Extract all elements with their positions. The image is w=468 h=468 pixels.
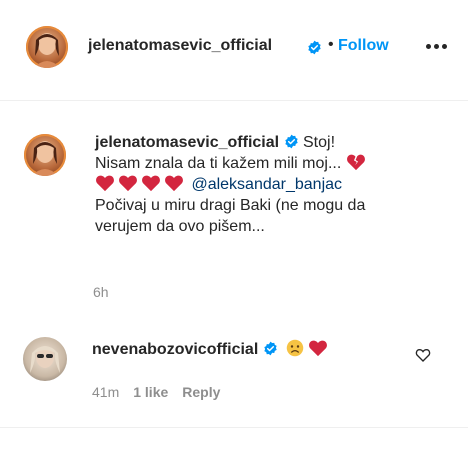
header-username[interactable]: jelenatomasevic_official xyxy=(88,37,272,55)
mention-link[interactable]: @aleksandar_banjac xyxy=(191,176,342,193)
red-heart-icon xyxy=(119,175,137,192)
follow-button[interactable]: Follow xyxy=(338,37,389,55)
verified-badge-icon xyxy=(264,341,277,356)
footer-divider xyxy=(0,427,468,428)
red-heart-icon xyxy=(142,175,160,192)
header-separator: • xyxy=(328,36,334,53)
profile-photo-icon xyxy=(34,33,60,68)
comment-timestamp[interactable]: 41m xyxy=(92,384,119,400)
caption-text-1: Stoj! xyxy=(303,134,336,151)
caption-text-3: Počivaj u miru dragi Baki (ne mogu da xyxy=(95,197,366,214)
caption-text-4: verujem da ovo pišem... xyxy=(95,218,265,235)
caption-block: jelenatomasevic_official Stoj! Nisam zna… xyxy=(95,132,440,237)
comment-meta: 41m 1 like Reply xyxy=(92,384,220,400)
caption-timestamp[interactable]: 6h xyxy=(93,284,109,300)
header-divider xyxy=(0,100,468,101)
verified-badge-icon xyxy=(308,40,321,55)
like-heart-icon[interactable] xyxy=(415,347,431,363)
red-heart-icon xyxy=(96,175,114,192)
header-avatar[interactable] xyxy=(26,26,68,68)
red-heart-icon xyxy=(309,340,328,357)
verified-badge-icon xyxy=(284,134,298,149)
comment-likes-count[interactable]: 1 like xyxy=(133,384,168,400)
commenter-avatar[interactable] xyxy=(23,337,67,381)
reply-button[interactable]: Reply xyxy=(182,384,220,400)
commenter-username[interactable]: nevenabozovicofficial xyxy=(92,341,258,358)
red-heart-icon xyxy=(165,175,183,192)
sad-face-emoji-icon xyxy=(286,339,304,357)
more-options-icon[interactable] xyxy=(426,44,448,52)
profile-photo-icon xyxy=(30,346,60,373)
caption-avatar[interactable] xyxy=(24,134,66,176)
broken-heart-icon xyxy=(346,154,365,171)
caption-username[interactable]: jelenatomasevic_official xyxy=(95,134,279,151)
caption-text-2: Nisam znala da ti kažem mili moj... xyxy=(95,155,342,172)
comment-block: nevenabozovicofficial xyxy=(92,339,331,361)
profile-photo-icon xyxy=(32,141,58,176)
